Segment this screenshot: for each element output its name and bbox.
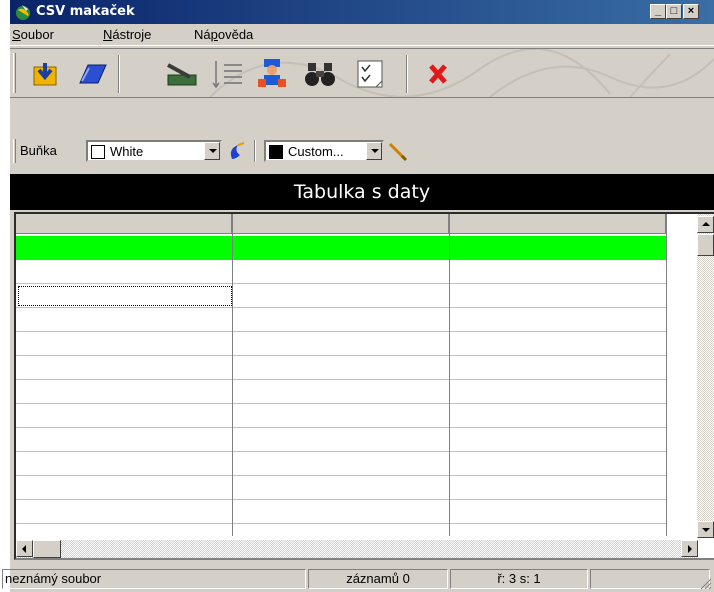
column-divider — [666, 214, 667, 536]
sort-button[interactable] — [210, 57, 246, 91]
table-row-selected[interactable] — [16, 236, 666, 260]
list-icon — [212, 61, 242, 89]
status-records: záznamů 0 — [308, 569, 448, 589]
menu-napoveda-pre: Ná — [194, 27, 211, 42]
menu-nastroje-label: ástroje — [112, 27, 152, 42]
cell-color-dropdown-button[interactable] — [204, 142, 220, 160]
cell-color-swatch — [91, 145, 105, 159]
save-book-icon — [79, 64, 107, 84]
pencil-icon[interactable] — [386, 140, 408, 162]
text-color-dropdown-button[interactable] — [366, 142, 382, 160]
menu-soubor-label: oubor — [20, 27, 54, 42]
status-position: ř: 3 s: 1 — [450, 569, 588, 589]
vertical-scroll-thumb[interactable] — [697, 234, 714, 256]
table-row[interactable] — [16, 356, 666, 380]
delete-button[interactable] — [420, 57, 456, 91]
app-globe-icon — [16, 5, 30, 20]
cell-color-value: White — [110, 144, 144, 159]
text-color-swatch — [269, 145, 283, 159]
column-divider — [449, 214, 450, 536]
column-divider — [232, 214, 233, 536]
minimize-button[interactable]: _ — [650, 4, 666, 19]
menu-soubor[interactable]: Soubor — [12, 27, 54, 42]
data-grid[interactable] — [14, 212, 714, 560]
table-row[interactable] — [16, 524, 666, 538]
users-button[interactable] — [254, 57, 290, 91]
window-title: CSV makaček — [36, 4, 135, 19]
table-row[interactable] — [16, 308, 666, 332]
vertical-scrollbar[interactable] — [697, 214, 714, 538]
focused-cell[interactable] — [18, 286, 232, 306]
column-header-2[interactable] — [233, 214, 449, 234]
menu-napoveda[interactable]: Nápověda — [194, 27, 253, 42]
scroll-down-button[interactable] — [697, 521, 714, 538]
table-title: Tabulka s daty — [10, 174, 714, 210]
close-button[interactable]: × — [683, 4, 699, 19]
grid-header-row — [16, 214, 666, 234]
cell-label: Buňka — [20, 143, 57, 158]
menu-nastroje[interactable]: Nástroje — [103, 27, 151, 42]
table-row[interactable] — [16, 500, 666, 524]
table-row[interactable] — [16, 428, 666, 452]
format-toolbar-grip[interactable] — [13, 139, 16, 163]
column-header-3[interactable] — [450, 214, 666, 234]
delete-x-icon — [429, 64, 447, 84]
maximize-button[interactable]: □ — [666, 4, 682, 19]
table-row[interactable] — [16, 452, 666, 476]
menu-napoveda-label: ověda — [217, 27, 254, 42]
edit-pencil-icon — [167, 63, 197, 86]
save-button[interactable] — [74, 57, 110, 91]
menu-nastroje-accel: N — [103, 27, 113, 42]
table-row[interactable] — [16, 332, 666, 356]
table-row[interactable] — [16, 284, 666, 308]
main-toolbar — [10, 48, 714, 98]
app-window: Soubor Nástroje Nápověda Buňka White Cus… — [2, 24, 714, 592]
column-header-1[interactable] — [16, 214, 232, 234]
menu-napoveda-accel: p — [210, 27, 218, 42]
edit-button[interactable] — [162, 57, 198, 91]
toolbar-separator — [118, 55, 120, 93]
menu-bar: Soubor Nástroje Nápověda — [10, 24, 714, 46]
toolbar-separator-2 — [406, 55, 408, 93]
check-button[interactable] — [352, 57, 388, 91]
horizontal-scrollbar[interactable] — [16, 540, 698, 558]
scroll-up-button[interactable] — [697, 216, 714, 233]
checklist-icon — [357, 60, 383, 88]
resize-grip-icon[interactable] — [700, 578, 712, 590]
scroll-left-button[interactable] — [16, 540, 33, 557]
scroll-right-button[interactable] — [681, 540, 698, 557]
text-color-value: Custom... — [288, 144, 344, 159]
worker-icon — [258, 59, 286, 87]
find-button[interactable] — [302, 57, 338, 91]
open-button[interactable] — [28, 57, 64, 91]
table-row[interactable] — [16, 260, 666, 284]
text-color-select[interactable]: Custom... — [264, 140, 384, 162]
status-extra — [590, 569, 710, 589]
menu-soubor-accel: S — [12, 27, 21, 42]
table-row[interactable] — [16, 404, 666, 428]
title-bar: CSV makaček _ □ × — [10, 0, 714, 24]
status-bar: neznámý soubor záznamů 0 ř: 3 s: 1 — [2, 566, 714, 592]
open-folder-icon — [33, 63, 57, 86]
table-row[interactable] — [16, 476, 666, 500]
table-row[interactable] — [16, 380, 666, 404]
format-separator — [254, 140, 256, 162]
horizontal-scroll-thumb[interactable] — [33, 540, 61, 558]
cell-color-select[interactable]: White — [86, 140, 222, 162]
status-file: neznámý soubor — [2, 569, 306, 589]
binoculars-icon — [305, 63, 335, 86]
format-toolbar: Buňka White Custom... — [10, 136, 714, 166]
toolbar-grip[interactable] — [13, 53, 16, 93]
paint-drop-icon[interactable] — [226, 141, 248, 161]
